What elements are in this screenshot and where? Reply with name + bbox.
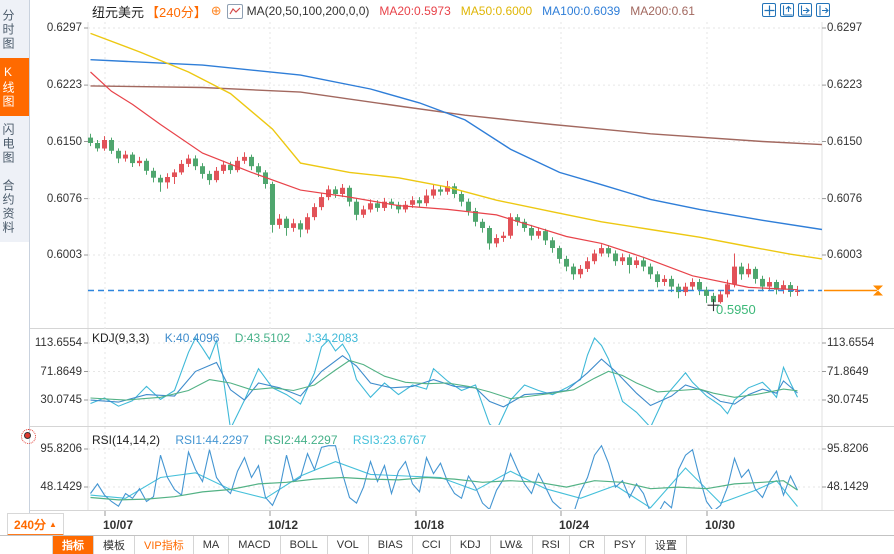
tab-CCI[interactable]: CCI — [412, 536, 451, 554]
tab-VIP指标[interactable]: VIP指标 — [135, 536, 194, 554]
tab-CR[interactable]: CR — [569, 536, 605, 554]
lowest-price-label: 0.5950 — [716, 302, 756, 317]
ma-settings-label[interactable]: MA(20,50,100,200,0,0) — [247, 4, 370, 18]
sidebar-item-1[interactable]: K线图 — [0, 58, 29, 116]
tabbar-spacer — [0, 536, 53, 554]
zoom-x-icon[interactable] — [780, 3, 794, 17]
rsi-title: RSI(14,14,2) — [92, 433, 161, 447]
crosshair-icon[interactable] — [762, 3, 776, 17]
kdj-d-value: D:43.5102 — [234, 331, 291, 345]
period-selector-label: 240分 — [14, 517, 47, 532]
tab-PSY[interactable]: PSY — [604, 536, 646, 554]
ma50-value: MA50:0.6000 — [460, 4, 533, 18]
rsi1-value: RSI1:44.2297 — [175, 433, 249, 447]
tab-BIAS[interactable]: BIAS — [368, 536, 413, 554]
ma20-value: MA20:0.5973 — [379, 4, 451, 18]
zoom-y-icon[interactable] — [798, 3, 812, 17]
tab-指标[interactable]: 指标 — [53, 536, 94, 554]
sidebar-menu: 分时图 K线图 闪电图 合约资料 — [0, 0, 29, 242]
alert-sun-icon[interactable] — [21, 429, 36, 444]
tab-设置[interactable]: 设置 — [645, 536, 687, 554]
kdj-j-value: J:34.2083 — [305, 331, 359, 345]
sidebar-item-3[interactable]: 合约资料 — [0, 172, 29, 242]
ma200-value: MA200:0.61 — [630, 4, 695, 18]
ma100-value: MA100:0.6039 — [542, 4, 621, 18]
chart-canvas[interactable] — [0, 0, 894, 554]
tab-MACD[interactable]: MACD — [229, 536, 281, 554]
tab-BOLL[interactable]: BOLL — [280, 536, 328, 554]
sidebar: 分时图 K线图 闪电图 合约资料 — [0, 0, 30, 554]
rsi3-value: RSI3:23.6767 — [352, 433, 427, 447]
period-label[interactable]: 【240分】 — [146, 2, 207, 21]
period-selector[interactable]: 240分 ▲ — [7, 513, 64, 536]
tab-LW&[interactable]: LW& — [490, 536, 533, 554]
symbol-name: 纽元美元 — [92, 4, 145, 20]
kdj-title: KDJ(9,3,3) — [92, 331, 150, 345]
rsi2-value: RSI2:44.2297 — [264, 433, 338, 447]
tab-模板[interactable]: 模板 — [94, 536, 135, 554]
ma-indicator-icon[interactable] — [226, 3, 243, 19]
indicator-tabbar: 指标 模板 VIP指标 MA MACD BOLL VOL BIAS CCI KDJ LW& RSI CR… — [0, 535, 894, 554]
kdj-header: KDJ(9,3,3) K:40.4096 D:43.5102 J:34.2083 — [92, 331, 370, 345]
triangle-up-icon: ▲ — [49, 519, 57, 529]
sidebar-item-0[interactable]: 分时图 — [0, 2, 29, 58]
tab-MA[interactable]: MA — [193, 536, 230, 554]
chart-window: 分时图 K线图 闪电图 合约资料 纽元美元 【240分】 ⊕ MA(20,50,100… — [0, 0, 894, 554]
pan-right-icon[interactable] — [816, 3, 830, 17]
chart-toolbar — [762, 3, 830, 17]
circle-plus-icon[interactable]: ⊕ — [211, 3, 222, 19]
kdj-k-value: K:40.4096 — [164, 331, 220, 345]
tab-KDJ[interactable]: KDJ — [450, 536, 491, 554]
tab-RSI[interactable]: RSI — [532, 536, 570, 554]
sidebar-item-2[interactable]: 闪电图 — [0, 116, 29, 172]
rsi-header: RSI(14,14,2) RSI1:44.2297 RSI2:44.2297 R… — [92, 433, 438, 447]
tab-VOL[interactable]: VOL — [327, 536, 369, 554]
